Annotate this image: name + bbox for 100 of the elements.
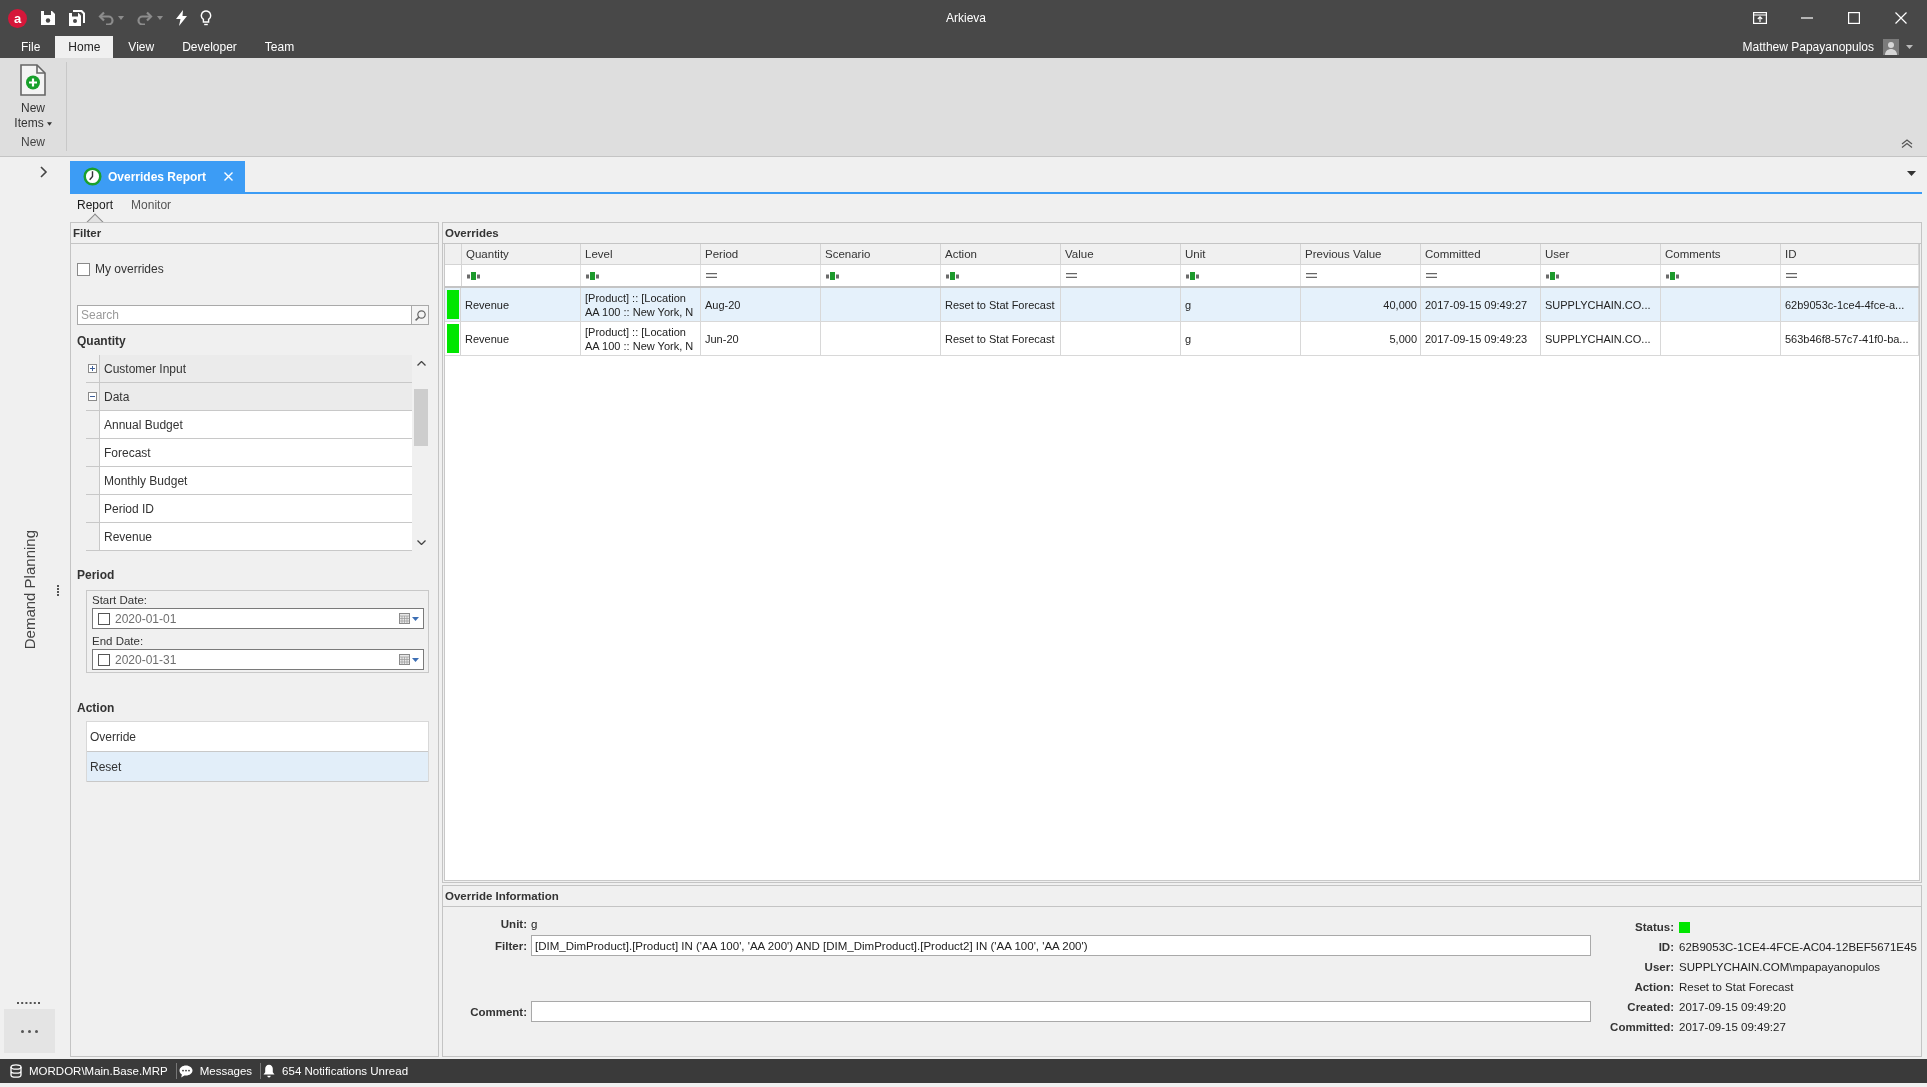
chevron-down-icon[interactable] <box>416 540 426 545</box>
column-header[interactable]: Quantity <box>461 244 581 264</box>
detail-value: 2017-09-15 09:49:27 <box>1679 1021 1786 1033</box>
tree-item[interactable]: Annual Budget <box>100 411 412 438</box>
app-logo[interactable]: a <box>8 8 27 28</box>
new-items-button[interactable]: New Items <box>10 62 56 131</box>
field-label: Unit: <box>500 918 527 930</box>
table-cell: Aug-20 <box>701 288 821 321</box>
chevron-up-icon[interactable] <box>416 361 426 366</box>
table-cell: 2017-09-15 09:49:27 <box>1421 288 1541 321</box>
user-menu-button[interactable]: Matthew Papayanopulos <box>1742 36 1927 58</box>
side-panel-tab[interactable]: Demand Planning <box>21 530 38 650</box>
status-item[interactable]: Messages <box>176 1059 261 1083</box>
detail-value: 62B9053C-1CE4-4FCE-AC04-12BEF5671E45 <box>1679 941 1917 953</box>
checkbox[interactable] <box>77 262 90 276</box>
date-field[interactable]: 2020-01-01 <box>92 608 424 629</box>
page-tab[interactable]: Monitor <box>124 194 179 222</box>
caret-down-icon[interactable] <box>412 657 419 662</box>
table-cell: Revenue <box>461 322 581 355</box>
table-cell: g <box>1181 288 1301 321</box>
minimize-icon <box>1800 17 1813 19</box>
section-label: Quantity <box>77 333 126 349</box>
date-field[interactable]: 2020-01-31 <box>92 649 424 670</box>
minus-box-icon[interactable] <box>88 392 97 401</box>
column-header[interactable]: User <box>1541 244 1661 264</box>
status-item[interactable]: MORDOR\Main.Base.MRP <box>8 1059 176 1083</box>
table-cell: Reset to Stat Forecast <box>941 322 1061 355</box>
column-header[interactable]: Period <box>701 244 821 264</box>
close-icon <box>1894 12 1907 24</box>
section-label: Period <box>77 567 115 583</box>
column-header[interactable]: Scenario <box>821 244 941 264</box>
box-arrow-up-icon <box>1752 12 1767 24</box>
lightning-icon <box>176 10 187 26</box>
column-header[interactable]: Previous Value <box>1301 244 1421 264</box>
plus-box-icon[interactable] <box>88 364 97 373</box>
undo-icon <box>98 11 114 25</box>
text-filter-icon <box>1186 271 1199 280</box>
search-button[interactable] <box>411 305 429 325</box>
detail-label: Status: <box>1635 921 1674 933</box>
calendar-icon[interactable] <box>399 613 410 624</box>
list-item[interactable]: Override <box>87 722 428 752</box>
tree-item[interactable]: Forecast <box>100 439 412 466</box>
filter-field[interactable] <box>461 265 581 286</box>
caret-down-icon[interactable] <box>412 616 419 621</box>
column-header[interactable]: Comments <box>1661 244 1781 264</box>
calendar-icon[interactable] <box>399 654 410 665</box>
column-header[interactable]: Committed <box>1421 244 1541 264</box>
field-label: End Date: <box>92 634 144 648</box>
column-header[interactable]: Level <box>581 244 701 264</box>
equals-icon <box>1066 273 1077 278</box>
table-row[interactable]: Revenue [Product] :: [Location AA 100 :: New York, N Jun-20 Reset to Stat Forecast g 5,000 2017-09-15 09:49:23 SUPPLYCHAIN.CO... 563b46f8-57c7-41f0-ba... <box>445 322 1919 356</box>
menu-tab[interactable]: Developer <box>169 36 250 58</box>
bell-icon <box>263 1064 276 1078</box>
text-field[interactable]: [DIM_DimProduct].[Product] IN ('AA 100', 'AA 200') AND [DIM_DimProduct].[Product2] IN ('AA 100', 'AA 200') <box>531 935 1591 956</box>
chevron-right-icon[interactable] <box>40 166 48 178</box>
column-header[interactable]: ID <box>1781 244 1919 264</box>
tree-item[interactable]: Revenue <box>100 523 412 550</box>
field-label: Filter: <box>495 939 527 952</box>
field-value: g <box>531 918 538 930</box>
column-header[interactable]: Unit <box>1181 244 1301 264</box>
text-filter-icon <box>826 271 839 280</box>
checkbox-label[interactable]: My overrides <box>95 262 164 276</box>
menu-tab[interactable]: Team <box>251 36 308 58</box>
search-field[interactable]: Search <box>77 305 411 325</box>
table-cell: Jun-20 <box>701 322 821 355</box>
menu-tab[interactable]: View <box>115 36 168 58</box>
checkbox[interactable] <box>98 653 110 666</box>
column-header[interactable]: Value <box>1061 244 1181 264</box>
detail-label: ID: <box>1658 941 1674 953</box>
database-icon <box>10 1064 22 1078</box>
equals-icon <box>1426 273 1437 278</box>
list-item[interactable]: Reset <box>87 752 428 782</box>
save-all-icon <box>69 10 85 26</box>
menu-tab[interactable]: File <box>8 36 54 58</box>
lightbulb-icon <box>200 10 212 26</box>
table-cell: SUPPLYCHAIN.CO... <box>1541 322 1661 355</box>
window-title: Arkieva <box>946 11 986 25</box>
panel-title: Filter <box>71 223 438 244</box>
table-cell: SUPPLYCHAIN.CO... <box>1541 288 1661 321</box>
scrollbar-thumb[interactable] <box>414 389 428 446</box>
table-row[interactable]: Revenue [Product] :: [Location AA 100 :: New York, N Aug-20 Reset to Stat Forecast g 40,000 2017-09-15 09:49:27 SUPPLYCHAIN.CO... 62b9053c-1ce4-4fce-a... <box>445 288 1919 322</box>
column-header[interactable]: Action <box>941 244 1061 264</box>
double-chevron-up-icon[interactable] <box>1901 139 1913 148</box>
tree-item[interactable]: Data <box>100 383 412 410</box>
section-label: Action <box>77 700 115 716</box>
ribbon-group-label: New <box>21 135 45 151</box>
clock-icon <box>83 167 102 186</box>
table-cell: Reset to Stat Forecast <box>941 288 1061 321</box>
table-cell: [Product] :: [Location AA 100 :: New York, N <box>581 322 701 355</box>
tree-item[interactable]: Period ID <box>100 495 412 522</box>
tree-item[interactable]: Monthly Budget <box>100 467 412 494</box>
detail-value: Reset to Stat Forecast <box>1679 981 1794 993</box>
text-filter-icon <box>1666 271 1679 280</box>
caret-down-icon[interactable] <box>1907 171 1916 176</box>
equals-icon <box>1786 273 1797 278</box>
menu-tab[interactable]: Home <box>55 36 114 58</box>
checkbox[interactable] <box>98 612 110 625</box>
text-field[interactable] <box>531 1001 1591 1022</box>
status-item[interactable]: 654 Notifications Unread <box>261 1059 417 1083</box>
tree-item[interactable]: Customer Input <box>100 355 412 382</box>
